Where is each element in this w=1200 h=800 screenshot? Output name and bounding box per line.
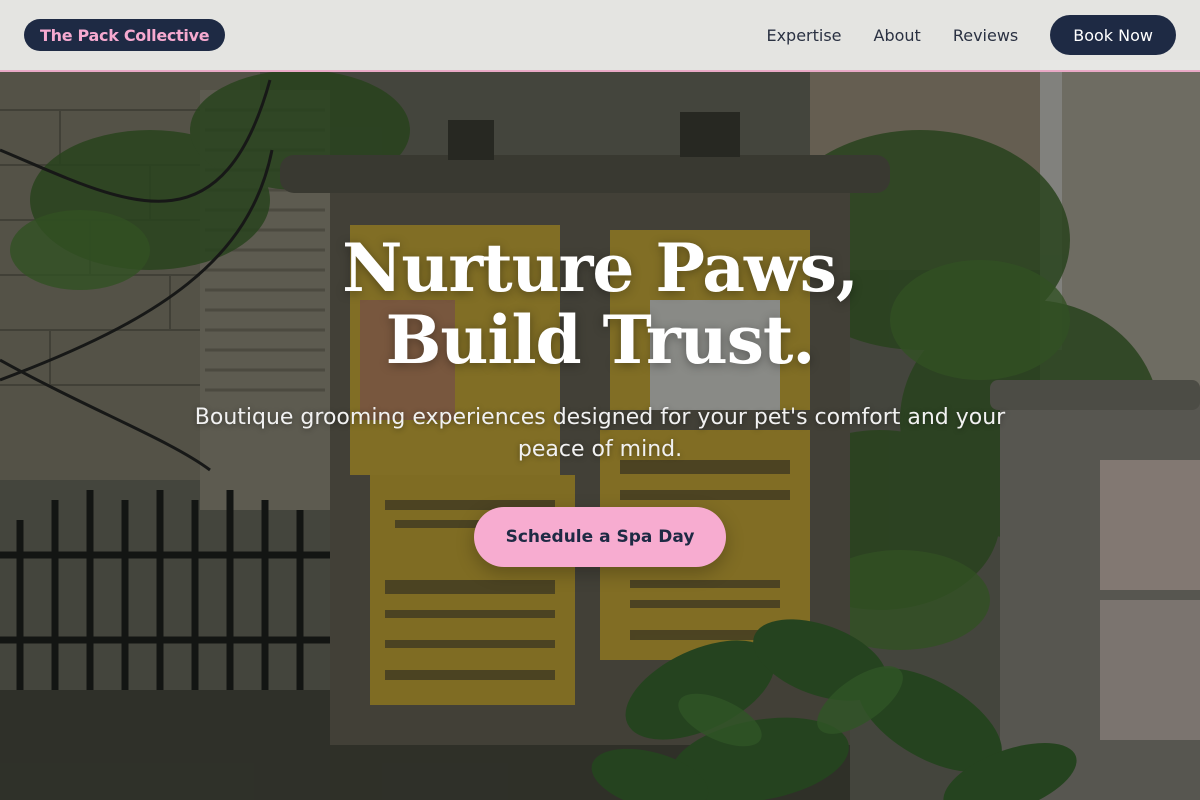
nav-link-expertise[interactable]: Expertise	[766, 26, 841, 45]
nav-link-about[interactable]: About	[874, 26, 921, 45]
main-nav: Expertise About Reviews Book Now	[766, 15, 1176, 55]
book-now-button[interactable]: Book Now	[1050, 15, 1176, 55]
hero-subtitle: Boutique grooming experiences designed f…	[194, 405, 1006, 462]
schedule-spa-day-button[interactable]: Schedule a Spa Day	[474, 507, 726, 567]
hero-title: Nurture Paws, Build Trust.	[342, 229, 859, 379]
site-header: The Pack Collective Expertise About Revi…	[0, 0, 1200, 72]
nav-link-reviews[interactable]: Reviews	[953, 26, 1018, 45]
hero-content: Nurture Paws, Build Trust. Boutique groo…	[0, 232, 1200, 567]
brand-logo[interactable]: The Pack Collective	[24, 19, 226, 51]
